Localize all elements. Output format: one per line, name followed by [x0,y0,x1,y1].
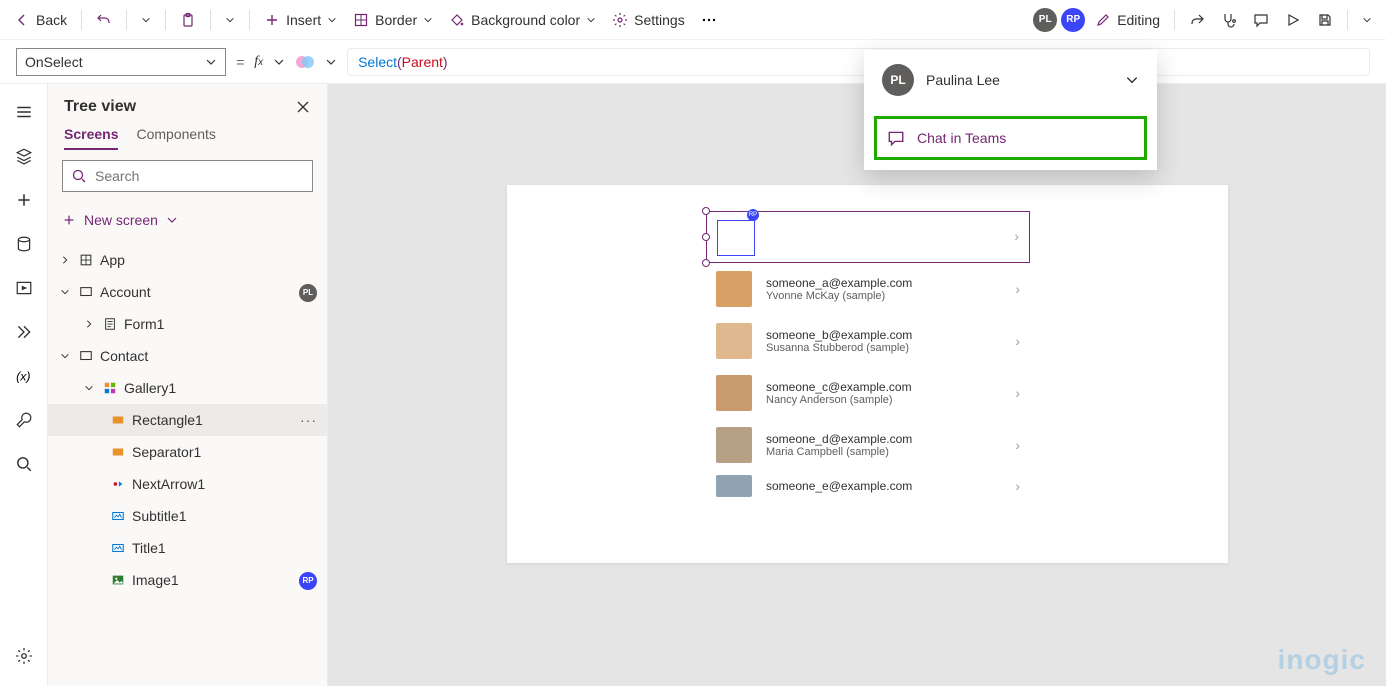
undo-split[interactable] [135,4,157,36]
search-icon[interactable] [14,454,34,474]
presence-avatar: PL [882,64,914,96]
overflow-button[interactable] [695,4,723,36]
watermark: inogic [1278,644,1366,676]
chevron-right-icon: › [1015,281,1020,297]
variables-icon[interactable] [14,366,34,386]
canvas-area: RP › someone_a@example.comYvonne McKay (… [328,84,1386,686]
editing-button[interactable]: Editing [1089,4,1166,36]
insert-icon[interactable] [14,190,34,210]
chevron-down-icon[interactable] [1125,73,1139,87]
border-label: Border [375,12,417,28]
chat-in-teams-button[interactable]: Chat in Teams [874,116,1147,160]
tree-list: App Account PL Form1 Contact Gallery1 Re… [48,244,327,686]
presence-badge-icon: RP [747,209,759,221]
property-dropdown[interactable]: OnSelect [16,48,226,76]
insert-label: Insert [286,12,321,28]
copilot-icon[interactable] [295,52,315,72]
tree-item-nextarrow1[interactable]: NextArrow1 [48,468,327,500]
search-field[interactable] [95,168,304,184]
formula-bar: OnSelect = fx Select(Parent) [0,40,1386,84]
equals-icon: = [236,54,244,70]
share-button[interactable] [1183,4,1211,36]
chevron-right-icon: › [1015,478,1020,494]
undo-button[interactable] [90,4,118,36]
flows-icon[interactable] [14,322,34,342]
editing-label: Editing [1117,12,1160,28]
tab-components[interactable]: Components [136,126,215,150]
close-icon[interactable] [295,99,311,115]
presence-name: Paulina Lee [926,72,1000,88]
comments-button[interactable] [1247,4,1275,36]
tree-item-rectangle1[interactable]: Rectangle1 ··· [48,404,327,436]
copilot-chevron-icon[interactable] [325,56,337,68]
avatar-image [716,475,752,497]
list-item[interactable]: someone_c@example.comNancy Anderson (sam… [706,367,1030,419]
tree-item-app[interactable]: App [48,244,327,276]
tools-icon[interactable] [14,410,34,430]
avatar-image [716,271,752,307]
new-screen-button[interactable]: New screen [62,206,178,234]
avatar-pl[interactable]: PL [1033,8,1057,32]
chevron-right-icon: › [1015,333,1020,349]
property-value: OnSelect [25,54,83,70]
hamburger-icon[interactable] [14,102,34,122]
selected-rectangle[interactable]: RP › [706,211,1030,263]
tree-view-icon[interactable] [14,146,34,166]
tree-item-account[interactable]: Account PL [48,276,327,308]
left-rail [0,84,48,686]
presence-popup: PL Paulina Lee Chat in Teams [864,50,1157,170]
list-item[interactable]: someone_b@example.comSusanna Stubberod (… [706,315,1030,367]
paste-split[interactable] [219,4,241,36]
save-button[interactable] [1311,4,1339,36]
presence-row[interactable]: PL Paulina Lee [864,50,1157,110]
tab-screens[interactable]: Screens [64,126,118,150]
avatar-image [716,427,752,463]
back-button[interactable]: Back [8,4,73,36]
tree-item-gallery1[interactable]: Gallery1 [48,372,327,404]
list-item[interactable]: someone_d@example.comMaria Campbell (sam… [706,419,1030,471]
back-label: Back [36,12,67,28]
save-split[interactable] [1356,4,1378,36]
avatar-rp[interactable]: RP [1061,8,1085,32]
chat-label: Chat in Teams [917,130,1006,146]
play-button[interactable] [1279,4,1307,36]
more-icon[interactable]: ··· [300,412,317,428]
search-input[interactable] [62,160,313,192]
settings-label: Settings [634,12,685,28]
checker-button[interactable] [1215,4,1243,36]
formula-input[interactable]: Select(Parent) [347,48,1370,76]
chat-icon [887,129,905,147]
list-item[interactable]: someone_e@example.com › [706,471,1030,501]
paste-button[interactable] [174,4,202,36]
tree-item-image1[interactable]: Image1 RP [48,564,327,596]
border-button[interactable]: Border [347,4,439,36]
tree-item-subtitle1[interactable]: Subtitle1 [48,500,327,532]
tree-item-contact[interactable]: Contact [48,340,327,372]
insert-button[interactable]: Insert [258,4,343,36]
chevron-right-icon: › [1015,385,1020,401]
settings-button[interactable]: Settings [606,4,691,36]
tree-item-separator1[interactable]: Separator1 [48,436,327,468]
artboard[interactable]: RP › someone_a@example.comYvonne McKay (… [507,185,1228,563]
bgcolor-button[interactable]: Background color [443,4,602,36]
settings-rail-icon[interactable] [14,646,34,666]
tree-panel: Tree view Screens Components New screen … [48,84,328,686]
command-bar: Back Insert Border Background color Sett… [0,0,1386,40]
fx-icon: fx [254,54,263,70]
avatar-image [716,323,752,359]
list-item[interactable]: someone_a@example.comYvonne McKay (sampl… [706,263,1030,315]
avatar-image [716,375,752,411]
tree-title: Tree view [64,98,136,116]
chevron-right-icon: › [1015,437,1020,453]
search-glyph-icon [71,168,87,184]
media-icon[interactable] [14,278,34,298]
bgcolor-label: Background color [471,12,580,28]
fx-chevron-icon[interactable] [273,56,285,68]
data-icon[interactable] [14,234,34,254]
tree-item-form1[interactable]: Form1 [48,308,327,340]
tree-item-title1[interactable]: Title1 [48,532,327,564]
